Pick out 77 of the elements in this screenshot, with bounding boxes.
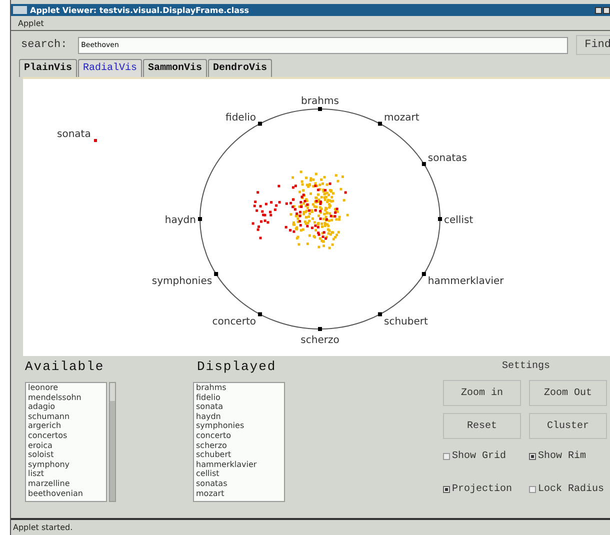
tab[interactable]: SammonVis [143, 59, 208, 77]
anchor-marker[interactable] [422, 162, 426, 166]
anchor-marker[interactable] [378, 122, 382, 126]
checkbox[interactable] [529, 486, 536, 493]
list-item[interactable]: brahms [196, 383, 282, 393]
anchor-marker[interactable] [318, 107, 322, 111]
list-item[interactable]: sonata [196, 402, 282, 412]
maximize-icon[interactable] [603, 6, 610, 14]
scroll-thumb[interactable] [110, 383, 115, 401]
list-item[interactable]: schubert [196, 450, 282, 460]
minimize-icon[interactable] [595, 6, 602, 14]
list-item[interactable]: adagio [28, 402, 104, 412]
list-title: Displayed [196, 358, 278, 376]
list-item[interactable]: fidelio [196, 392, 282, 402]
anchor-marker[interactable] [422, 272, 426, 276]
list-item[interactable]: eroica [28, 440, 104, 450]
list-item[interactable]: marzelline [28, 478, 104, 489]
list-item[interactable]: symphony [28, 460, 104, 470]
tab[interactable]: PlainVis [19, 59, 78, 77]
list-item[interactable]: argerich [28, 421, 104, 431]
available-list[interactable]: leonore mendelssohn adagio schumann argerich concertos eroica soloist symphony liszt marzelline beethovenian [25, 382, 107, 502]
anchor-label: concerto [212, 316, 256, 328]
anchor-marker[interactable] [438, 217, 442, 221]
checkbox[interactable] [443, 453, 450, 460]
anchor-label: haydn [164, 215, 196, 226]
settings-button[interactable]: Cluster [529, 413, 607, 439]
list-item[interactable]: concerto [196, 430, 282, 441]
scrollbar[interactable] [109, 382, 116, 502]
anchor-label: hammerklavier [428, 276, 504, 287]
list-item[interactable]: symphonies [196, 421, 282, 431]
menu-item[interactable]: Applet [18, 18, 44, 28]
anchor-marker[interactable] [214, 272, 218, 276]
anchor-marker[interactable] [258, 122, 262, 126]
window-title: Applet Viewer: testvis.visual.DisplayFrame.class [30, 6, 250, 14]
anchor-marker[interactable] [258, 312, 262, 316]
checkbox-label: Lock Radius [538, 484, 604, 495]
list-item[interactable]: schumann [28, 412, 104, 422]
list-item[interactable]: concertos [28, 430, 104, 441]
list-item[interactable]: haydn [196, 412, 282, 422]
anchor-label: symphonies [152, 276, 212, 287]
find-button[interactable]: Find [576, 35, 610, 55]
settings-title: Settings [500, 360, 551, 374]
tab[interactable]: RadialVis [78, 59, 142, 77]
list-title: Available [25, 358, 106, 376]
anchor-marker[interactable] [198, 217, 202, 221]
list-item[interactable]: soloist [28, 450, 104, 460]
list-item[interactable]: hammerklavier [196, 460, 282, 470]
settings-button[interactable]: Zoom Out [529, 380, 607, 406]
anchor-label: brahms [301, 96, 339, 107]
list-item[interactable]: liszt [28, 469, 104, 479]
outlier-label: sonata [57, 129, 91, 140]
checkbox[interactable] [529, 453, 536, 460]
settings-button[interactable]: Zoom in [443, 380, 521, 406]
anchor-label: schubert [384, 316, 428, 328]
search-label: search: [21, 39, 68, 51]
list-item[interactable]: mozart [196, 488, 282, 498]
anchor-label: scherzo [300, 335, 340, 346]
anchor-marker[interactable] [318, 327, 322, 331]
settings-button[interactable]: Reset [443, 413, 521, 439]
checkbox-label: Show Rim [538, 451, 586, 462]
list-item[interactable]: leonore [28, 383, 104, 393]
list-item[interactable]: cellist [196, 469, 282, 479]
checkbox-label: Projection [452, 484, 512, 495]
list-item[interactable]: scherzo [196, 440, 282, 450]
list-item[interactable]: sonatas [196, 478, 282, 489]
anchor-label: mozart [384, 112, 420, 124]
displayed-list[interactable]: brahms fidelio sonata haydn symphonies concerto scherzo schubert hammerklavier cellist sonatas mozart [193, 382, 285, 502]
status-text: Applet started. [13, 523, 73, 532]
checkbox[interactable] [443, 486, 450, 493]
anchor-label: sonatas [428, 153, 467, 164]
list-item[interactable]: mendelssohn [28, 392, 104, 402]
checkbox-label: Show Grid [452, 451, 506, 462]
anchor-label: fidelio [226, 112, 256, 124]
anchor-marker[interactable] [378, 312, 382, 316]
tab[interactable]: DendroVis [208, 59, 272, 77]
list-item[interactable]: beethovenian [28, 488, 104, 498]
anchor-label: cellist [444, 215, 474, 226]
